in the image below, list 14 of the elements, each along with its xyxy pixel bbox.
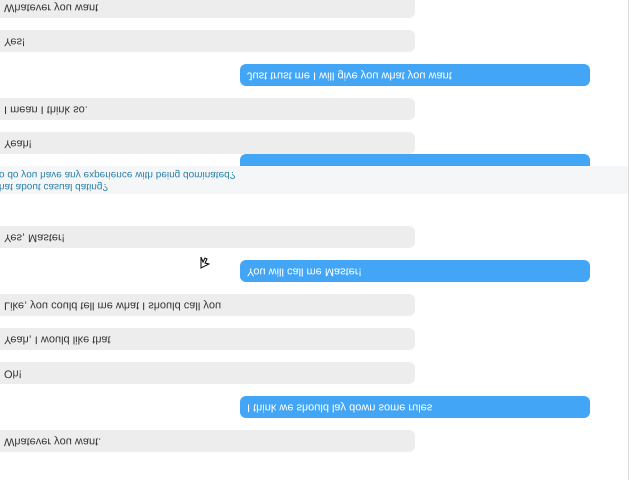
received-message: Yes, Master! [0,226,415,248]
sent-message: I think we should lay down some rules [240,396,590,418]
received-message: Oh! [0,362,415,384]
received-message: Like, you could tell me what I should call you [0,294,415,316]
sent-message: Just trust me I will give you what you want [240,64,590,86]
received-message: Yeah, I would like that [0,328,415,350]
received-message: Whatever you want. [0,430,415,452]
received-message: Yes! [0,30,415,52]
suggestion-link[interactable]: hat about casual dating? [0,180,108,192]
received-message: Whatever you want [0,0,415,18]
cursor-icon [200,256,210,269]
sent-message: You will call me Master! [240,260,590,282]
received-message: I mean I think so. [0,98,415,120]
received-message: Yeah! [0,132,415,154]
